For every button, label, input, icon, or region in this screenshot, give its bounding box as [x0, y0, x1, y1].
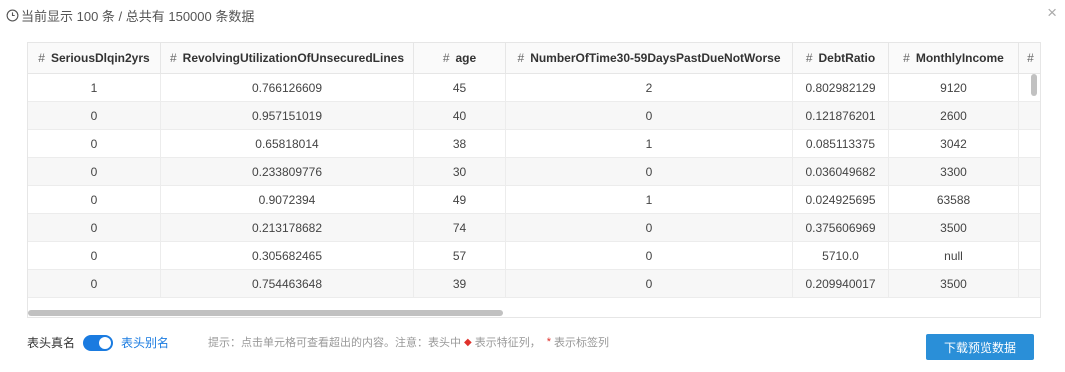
clock-icon — [6, 9, 19, 21]
table-cell[interactable] — [1019, 74, 1040, 102]
table-cell[interactable]: 3300 — [889, 158, 1019, 186]
vertical-scrollbar[interactable] — [1031, 74, 1037, 314]
table-cell[interactable]: 2 — [506, 74, 793, 102]
label-marker: * — [546, 336, 551, 348]
table-cell[interactable] — [1019, 242, 1040, 270]
table-cell[interactable]: 0.375606969 — [793, 214, 889, 242]
hint-text: 提示：点击单元格可查看超出的内容。注意：表头中 ◆ 表示特征列， * 表示标签列 — [208, 334, 609, 350]
table-cell[interactable]: 1 — [506, 186, 793, 214]
table-cell[interactable] — [1019, 158, 1040, 186]
true-name-label: 表头真名 — [27, 336, 76, 350]
download-preview-button[interactable]: 下载预览数据 — [926, 334, 1034, 360]
table-cell[interactable]: 0.213178682 — [161, 214, 414, 242]
table-cell[interactable]: 0.024925695 — [793, 186, 889, 214]
table-cell[interactable]: 0.121876201 — [793, 102, 889, 130]
table-row[interactable]: 1 0.766126609 45 2 0.802982129 9120 — [28, 74, 1040, 102]
table-row[interactable]: 0 0.305682465 57 0 5710.0 null — [28, 242, 1040, 270]
table-cell[interactable]: 57 — [414, 242, 506, 270]
table-cell[interactable]: 0 — [506, 242, 793, 270]
table-cell[interactable]: 0 — [506, 102, 793, 130]
table-cell[interactable]: 0 — [506, 270, 793, 298]
table-cell[interactable] — [1019, 186, 1040, 214]
table-cell[interactable]: 40 — [414, 102, 506, 130]
table-cell[interactable]: null — [889, 242, 1019, 270]
table-body: 1 0.766126609 45 2 0.802982129 9120 0 0.… — [28, 74, 1040, 298]
column-header[interactable]: # — [1019, 43, 1040, 73]
column-header[interactable]: # DebtRatio — [793, 43, 889, 73]
table-cell[interactable]: 49 — [414, 186, 506, 214]
table-cell[interactable]: 5710.0 — [793, 242, 889, 270]
table-cell[interactable]: 74 — [414, 214, 506, 242]
column-header[interactable]: # NumberOfTime30-59DaysPastDueNotWorse — [506, 43, 793, 73]
table-cell[interactable]: 0 — [28, 102, 161, 130]
alias-label[interactable]: 表头别名 — [121, 334, 169, 351]
table-cell[interactable]: 30 — [414, 158, 506, 186]
table-cell[interactable]: 0.305682465 — [161, 242, 414, 270]
table-cell[interactable]: 0.085113375 — [793, 130, 889, 158]
table-row[interactable]: 0 0.754463648 39 0 0.209940017 3500 — [28, 270, 1040, 298]
table-cell[interactable] — [1019, 102, 1040, 130]
table-cell[interactable]: 38 — [414, 130, 506, 158]
table-cell[interactable]: 3042 — [889, 130, 1019, 158]
header-alias-toggle[interactable] — [83, 334, 114, 351]
column-header[interactable]: # MonthlyIncome — [889, 43, 1019, 73]
table-cell[interactable]: 3500 — [889, 214, 1019, 242]
table-cell[interactable]: 0.766126609 — [161, 74, 414, 102]
table-cell[interactable]: 0.802982129 — [793, 74, 889, 102]
table-cell[interactable]: 3500 — [889, 270, 1019, 298]
close-icon[interactable]: × — [1047, 4, 1057, 22]
data-preview-table: # SeriousDlqin2yrs # RevolvingUtilizationO… — [27, 42, 1041, 318]
vertical-scroll-thumb[interactable] — [1031, 74, 1037, 96]
table-row[interactable]: 0 0.957151019 40 0 0.121876201 2600 — [28, 102, 1040, 130]
table-cell[interactable] — [1019, 214, 1040, 242]
horizontal-scrollbar[interactable] — [28, 309, 1040, 317]
table-row[interactable]: 0 0.213178682 74 0 0.375606969 3500 — [28, 214, 1040, 242]
table-cell[interactable]: 0.957151019 — [161, 102, 414, 130]
table-cell[interactable]: 45 — [414, 74, 506, 102]
table-cell[interactable]: 9120 — [889, 74, 1019, 102]
hint-prefix: 提示：点击单元格可查看超出的内容。注意：表头中 — [208, 337, 461, 349]
hint-label-col: 表示标签列 — [553, 337, 609, 349]
summary-header: 当前显示 100 条 / 总共有 150000 条数据 — [6, 6, 254, 24]
table-cell[interactable]: 0 — [28, 158, 161, 186]
table-cell[interactable]: 1 — [28, 74, 161, 102]
summary-text: 当前显示 100 条 / 总共有 150000 条数据 — [21, 8, 255, 24]
table-cell[interactable]: 0 — [28, 130, 161, 158]
table-cell[interactable]: 0.209940017 — [793, 270, 889, 298]
table-cell[interactable]: 0 — [28, 214, 161, 242]
table-cell[interactable]: 0.9072394 — [161, 186, 414, 214]
horizontal-scroll-thumb[interactable] — [28, 310, 503, 316]
toggle-knob — [99, 336, 112, 349]
table-row[interactable]: 0 0.65818014 38 1 0.085113375 3042 — [28, 130, 1040, 158]
table-cell[interactable]: 0.233809776 — [161, 158, 414, 186]
column-header[interactable]: # age — [414, 43, 506, 73]
hint-feature: 表示特征列， — [474, 337, 541, 349]
table-cell[interactable]: 1 — [506, 130, 793, 158]
table-cell[interactable] — [1019, 270, 1040, 298]
table-cell[interactable]: 0.754463648 — [161, 270, 414, 298]
table-cell[interactable]: 0.036049682 — [793, 158, 889, 186]
table-cell[interactable] — [1019, 130, 1040, 158]
table-header: # SeriousDlqin2yrs # RevolvingUtilizationO… — [28, 43, 1040, 74]
table-cell[interactable]: 63588 — [889, 186, 1019, 214]
table-cell[interactable]: 39 — [414, 270, 506, 298]
feature-marker-icon: ◆ — [464, 336, 472, 348]
table-cell[interactable]: 0 — [506, 214, 793, 242]
table-cell[interactable]: 2600 — [889, 102, 1019, 130]
header-name-toggle-group: 表头真名 表头别名 — [27, 334, 169, 351]
column-header[interactable]: # SeriousDlqin2yrs — [28, 43, 161, 73]
table-cell[interactable]: 0 — [28, 186, 161, 214]
table-cell[interactable]: 0.65818014 — [161, 130, 414, 158]
table-cell[interactable]: 0 — [506, 158, 793, 186]
column-header[interactable]: # RevolvingUtilizationOfUnsecuredLines — [161, 43, 414, 73]
table-cell[interactable]: 0 — [28, 270, 161, 298]
table-row[interactable]: 0 0.9072394 49 1 0.024925695 63588 — [28, 186, 1040, 214]
table-row[interactable]: 0 0.233809776 30 0 0.036049682 3300 — [28, 158, 1040, 186]
table-cell[interactable]: 0 — [28, 242, 161, 270]
